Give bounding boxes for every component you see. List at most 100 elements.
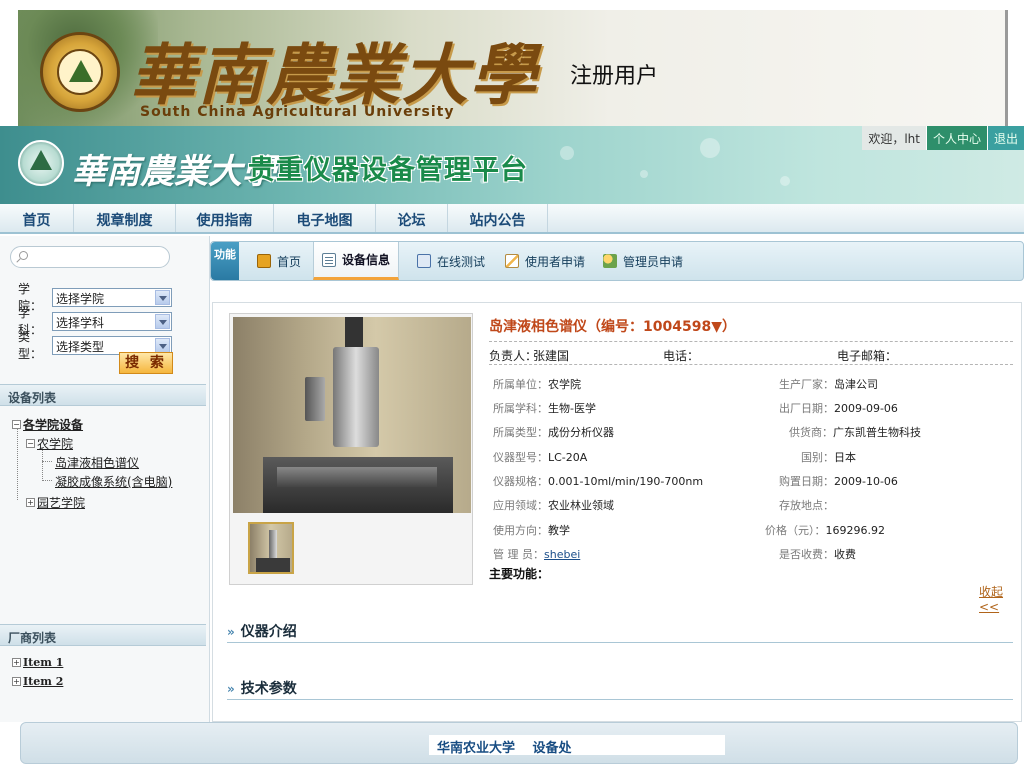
info-price: 价格（元）：169296.92 [765, 524, 885, 537]
function-tab-bar: 功能 首页 设备信息 在线测试 使用者申请 管理员申请 [210, 241, 1024, 281]
contact-row: 负责人： 张建国 电话： 电子邮箱： [489, 341, 1013, 365]
device-detail-panel: 岛津液相色谱仪（编号：1004598▼） 负责人： 张建国 电话： 电子邮箱： … [212, 302, 1022, 722]
nav-home[interactable]: 首页 [0, 204, 74, 232]
nav-regulations[interactable]: 规章制度 [74, 204, 176, 232]
owner-label: 负责人： [489, 349, 538, 363]
site-header: 華南農業大學 贵重仪器设备管理平台 欢迎，lht 个人中心 退出 [0, 126, 1024, 204]
expand-icon[interactable]: + [26, 498, 35, 507]
tree-item-gel-imaging-label[interactable]: 凝胶成像系统(含电脑) [55, 473, 172, 490]
collapse-link[interactable]: 收起<< [979, 583, 1021, 614]
admin-link[interactable]: shebei [544, 548, 580, 561]
info-location: 存放地点： [779, 499, 834, 512]
tab-online-test[interactable]: 在线测试 [409, 242, 493, 280]
footer-text: 华南农业大学 设备处 [429, 735, 725, 756]
tree-college2-label[interactable]: 园艺学院 [37, 494, 85, 511]
vendor-list-header: 厂商列表 [0, 624, 206, 646]
tree-item-gel-imaging[interactable]: 凝胶成像系统(含电脑) [55, 473, 172, 490]
tab-device-info-label: 设备信息 [342, 253, 391, 267]
tree-item-hplc-label[interactable]: 岛津液相色谱仪 [55, 454, 139, 471]
nav-user-guide[interactable]: 使用指南 [176, 204, 274, 232]
platform-name: 贵重仪器设备管理平台 [248, 155, 528, 186]
home-icon [257, 254, 271, 268]
tree-item-hplc[interactable]: 岛津液相色谱仪 [55, 454, 139, 471]
online-test-icon [417, 254, 431, 268]
user-bar: 欢迎，lht 个人中心 退出 [862, 126, 1024, 150]
logout-link[interactable]: 退出 [986, 126, 1024, 150]
main-nav: 首页 规章制度 使用指南 电子地图 论坛 站内公告 [0, 204, 1024, 234]
info-type: 所属类型：成份分析仪器 [493, 426, 614, 439]
tab-home-label: 首页 [277, 254, 302, 269]
tab-home[interactable]: 首页 [249, 242, 309, 280]
slide-university-en-name: South China Agricultural University [140, 104, 455, 120]
device-main-photo[interactable] [233, 317, 471, 513]
expand-icon[interactable]: + [12, 658, 21, 667]
footer: 华南农业大学 设备处 [20, 722, 1018, 764]
tree-root-node[interactable]: − 各学院设备 [12, 416, 83, 433]
type-select-value: 选择类型 [56, 339, 105, 354]
nav-announcements[interactable]: 站内公告 [448, 204, 548, 232]
owner-value: 张建国 [533, 349, 570, 363]
device-thumbnail[interactable] [248, 522, 294, 574]
sidebar-search-input[interactable] [10, 246, 170, 268]
vendor-item-2-label[interactable]: Item 2 [23, 675, 63, 688]
welcome-text: 欢迎，lht [862, 126, 926, 150]
phone-label: 电话： [663, 349, 700, 363]
vendor-item-2[interactable]: + Item 2 [12, 675, 63, 688]
expand-icon[interactable]: + [12, 677, 21, 686]
collapse-icon[interactable]: − [26, 439, 35, 448]
user-apply-icon [505, 254, 519, 268]
info-model: 仪器型号：LC-20A [493, 451, 588, 464]
info-spec: 仪器规格：0.001-10ml/min/190-700nm [493, 475, 704, 488]
tab-device-info[interactable]: 设备信息 [313, 242, 400, 280]
info-field: 应用领域：农业林业领域 [493, 499, 614, 512]
section-tech-params-label: 技术参数 [240, 681, 297, 697]
vendor-item-1[interactable]: + Item 1 [12, 656, 63, 669]
tab-online-test-label: 在线测试 [437, 254, 486, 269]
email-label: 电子邮箱： [837, 349, 898, 363]
function-label: 功能 [211, 242, 239, 280]
site-logo-icon [18, 140, 64, 186]
info-manufacture-date: 出厂日期：2009-09-06 [779, 402, 898, 415]
tab-user-apply[interactable]: 使用者申请 [497, 242, 593, 280]
tab-user-apply-label: 使用者申请 [525, 254, 586, 269]
info-subject: 所属学科：生物-医学 [493, 402, 596, 415]
vendor-item-1-label[interactable]: Item 1 [23, 656, 63, 669]
tree-college2-node[interactable]: + 园艺学院 [26, 494, 85, 511]
site-university-name: 華南農業大學 [72, 152, 276, 192]
tree-root-label[interactable]: 各学院设备 [23, 416, 83, 433]
info-charge: 是否收费：收费 [779, 548, 856, 561]
search-icon [19, 251, 28, 260]
university-seal-icon [40, 32, 120, 112]
slide-title: 注册用户 [570, 64, 659, 89]
search-button[interactable]: 搜 索 [119, 352, 173, 374]
chevron-down-icon[interactable] [155, 337, 170, 353]
function-label-text: 功能 [214, 248, 236, 261]
main-function-label: 主要功能： [489, 567, 550, 581]
tree-college-node[interactable]: − 农学院 [26, 435, 73, 452]
info-unit: 所属单位：农学院 [493, 378, 581, 391]
device-list-header: 设备列表 [0, 384, 206, 406]
device-title: 岛津液相色谱仪（编号：1004598▼） [489, 319, 736, 335]
chevron-down-icon[interactable] [155, 289, 170, 305]
tab-admin-apply-label: 管理员申请 [623, 254, 684, 269]
chevron-right-icon: » [227, 625, 235, 639]
tab-admin-apply[interactable]: 管理员申请 [595, 242, 691, 280]
info-purchase-date: 购置日期：2009-10-06 [779, 475, 898, 488]
nav-forum[interactable]: 论坛 [376, 204, 448, 232]
chevron-right-icon: » [227, 682, 235, 696]
chevron-down-icon[interactable] [155, 313, 170, 329]
info-supplier: 供货商：广东凯普生物科技 [789, 426, 921, 439]
info-manufacturer: 生产厂家：岛津公司 [779, 378, 878, 391]
nav-e-map[interactable]: 电子地图 [274, 204, 376, 232]
section-instrument-intro-label: 仪器介绍 [240, 624, 297, 640]
slide-banner: 華南農業大學 South China Agricultural Universi… [18, 10, 1008, 126]
device-info-icon [322, 252, 336, 267]
info-direction: 使用方向：教学 [493, 524, 570, 537]
left-sidebar: 学院： 选择学院 学科： 选择学科 类型： 选择类型 搜 索 设备列表 − 各学… [0, 236, 210, 722]
type-filter-label: 类型： [18, 330, 43, 361]
admin-apply-icon [603, 254, 617, 268]
section-tech-params[interactable]: » 技术参数 [227, 678, 1013, 700]
section-instrument-intro[interactable]: » 仪器介绍 [227, 621, 1013, 643]
personal-center-link[interactable]: 个人中心 [925, 126, 987, 150]
info-country: 国别：日本 [801, 451, 856, 464]
